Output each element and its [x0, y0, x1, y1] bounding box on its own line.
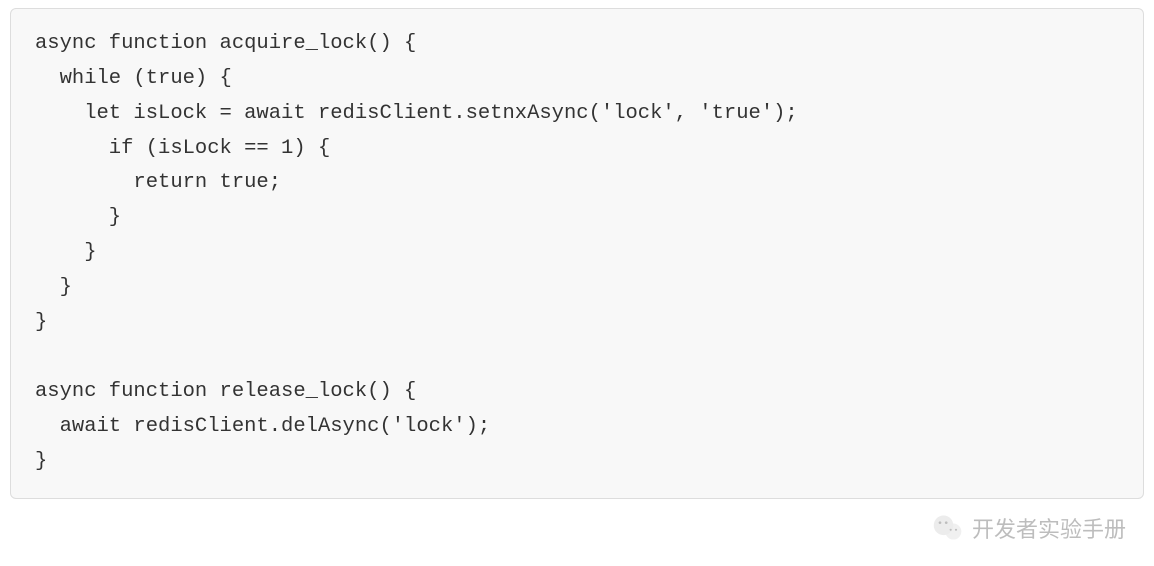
- code-line: await redisClient.delAsync('lock');: [35, 415, 490, 438]
- code-line: return true;: [35, 171, 281, 194]
- code-line: }: [35, 276, 72, 299]
- code-line: }: [35, 206, 121, 229]
- code-line: let isLock = await redisClient.setnxAsyn…: [35, 102, 798, 125]
- code-block: async function acquire_lock() { while (t…: [10, 8, 1144, 499]
- code-line: while (true) {: [35, 67, 232, 90]
- code-line: }: [35, 450, 47, 473]
- watermark: 开发者实验手册: [932, 512, 1126, 544]
- code-line: async function release_lock() {: [35, 380, 416, 403]
- wechat-icon: [932, 512, 964, 544]
- code-line: }: [35, 311, 47, 334]
- code-line: async function acquire_lock() {: [35, 32, 416, 55]
- watermark-text: 开发者实验手册: [972, 512, 1126, 544]
- code-line: }: [35, 241, 97, 264]
- code-line: if (isLock == 1) {: [35, 137, 330, 160]
